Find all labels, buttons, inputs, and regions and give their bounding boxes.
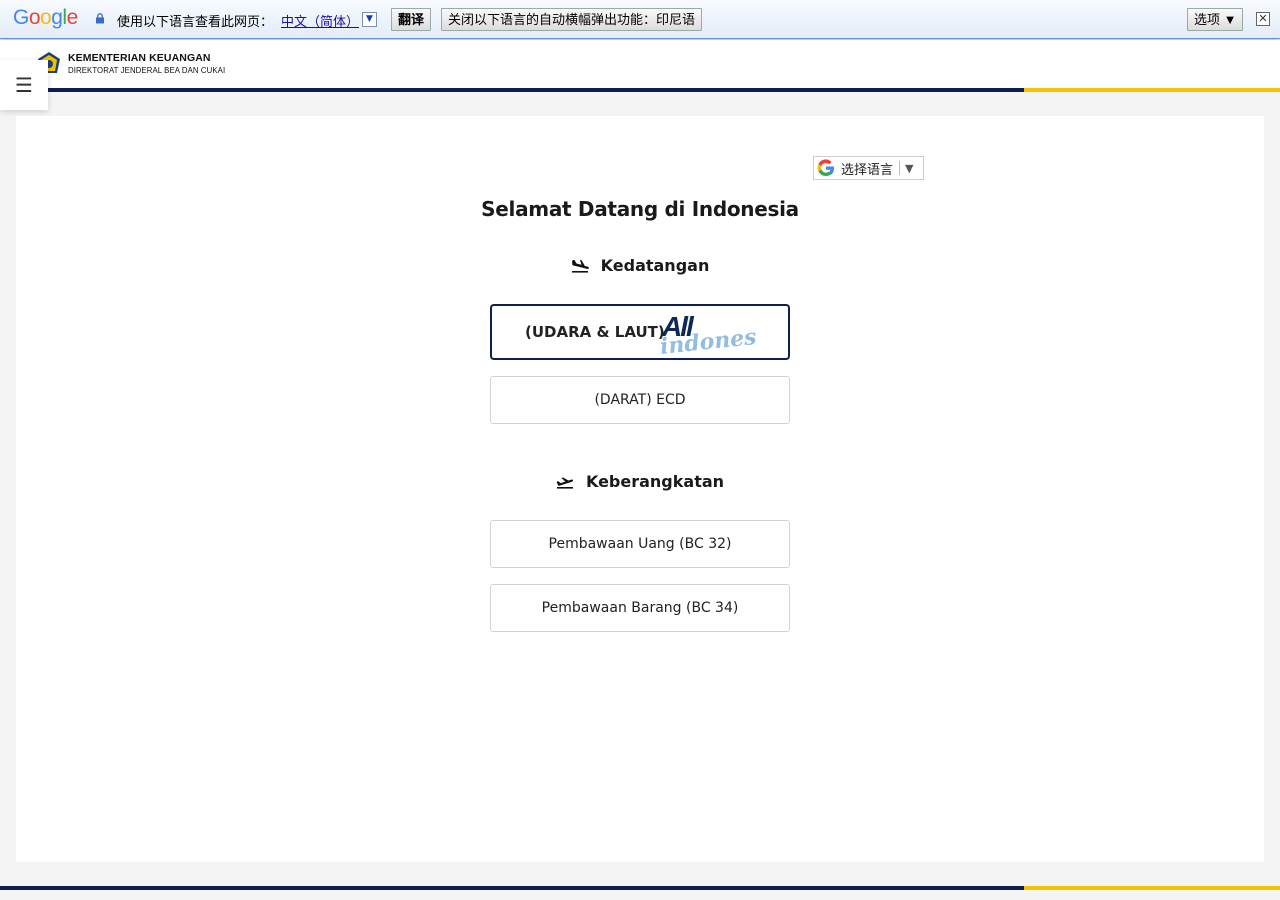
header-divider-gold [1024,88,1280,92]
footer-divider-gold [1024,886,1280,890]
translate-prompt: 使用以下语言查看此网页： [117,15,274,30]
departure-heading: Keberangkatan [440,472,840,491]
lock-icon [96,13,104,24]
site-header: KEMENTERIAN KEUANGAN DIREKTORAT JENDERAL… [0,40,1280,88]
all-indonesia-logo: All indonesia [659,311,756,354]
selector-separator [899,161,901,175]
departure-money-label: Pembawaan Uang (BC 32) [548,536,732,552]
arrival-land-ecd-button[interactable]: (DARAT) ECD [490,376,790,424]
departure-goods-label: Pembawaan Barang (BC 34) [541,600,739,616]
hamburger-icon: ☰ [15,73,33,97]
never-translate-button[interactable]: 关闭以下语言的自动横幅弹出功能：印尼语 [441,8,703,31]
options-button[interactable]: 选项 ▼ [1187,8,1244,31]
departure-money-bc32-button[interactable]: Pembawaan Uang (BC 32) [490,520,790,568]
google-logo: Google [13,6,78,29]
arrival-air-sea-button[interactable]: (UDARA & LAUT) All indonesia [490,304,790,360]
page-title: Selamat Datang di Indonesia [481,197,799,221]
translate-bar: Google 使用以下语言查看此网页： 中文（简体） ▼ 翻译 关闭以下语言的自… [0,0,1280,39]
org-subtitle: DIREKTORAT JENDERAL BEA DAN CUKAI [68,66,226,75]
arrival-land-label: (DARAT) ECD [594,392,686,408]
org-name: KEMENTERIAN KEUANGAN [68,52,211,64]
target-language-link[interactable]: 中文（简体） [281,11,359,30]
header-divider-navy [0,88,1024,92]
arrival-heading: Kedatangan [440,256,840,275]
plane-departure-icon [556,477,573,489]
language-dropdown-icon[interactable]: ▼ [362,12,377,27]
language-selector[interactable]: 选择语言 ▼ [813,156,924,180]
language-selector-label: 选择语言 [841,162,894,178]
departure-heading-label: Keberangkatan [585,472,725,491]
google-g-icon [817,159,834,177]
departure-goods-bc34-button[interactable]: Pembawaan Barang (BC 34) [490,584,790,632]
footer-divider-navy [0,886,1024,890]
translate-button[interactable]: 翻译 [391,8,432,31]
arrival-heading-label: Kedatangan [600,256,710,275]
hamburger-menu-button[interactable]: ☰ [0,60,48,110]
plane-landing-icon [571,259,589,273]
close-icon[interactable]: ✕ [1256,12,1270,26]
arrival-air-sea-label: (UDARA & LAUT) [525,323,665,341]
chevron-down-icon: ▼ [905,161,914,175]
